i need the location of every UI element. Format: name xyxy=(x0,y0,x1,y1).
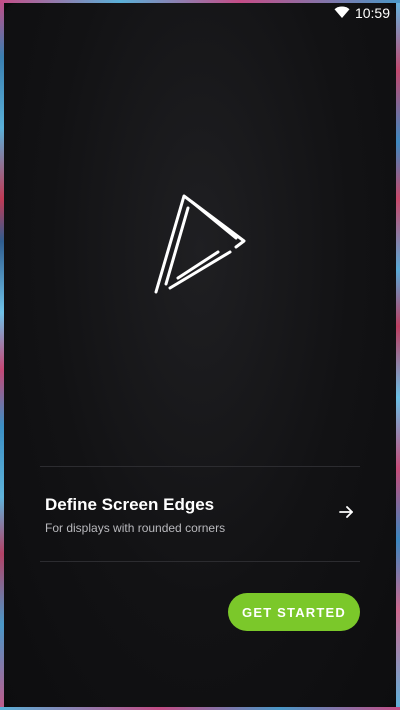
option-subtitle: For displays with rounded corners xyxy=(45,521,226,535)
app-screen: 10:59 Define Screen Edges For displays w… xyxy=(0,0,400,710)
wifi-icon xyxy=(334,6,350,18)
status-bar: 10:59 xyxy=(0,0,400,26)
edge-glow-right xyxy=(396,0,400,710)
define-screen-edges-option[interactable]: Define Screen Edges For displays with ro… xyxy=(40,467,360,561)
get-started-button[interactable]: GET STARTED xyxy=(228,593,360,631)
arrow-right-icon[interactable] xyxy=(338,504,354,520)
status-time: 10:59 xyxy=(354,5,390,21)
option-title: Define Screen Edges xyxy=(45,495,215,514)
divider-bottom xyxy=(40,561,360,562)
triangle-play-logo xyxy=(154,194,246,294)
